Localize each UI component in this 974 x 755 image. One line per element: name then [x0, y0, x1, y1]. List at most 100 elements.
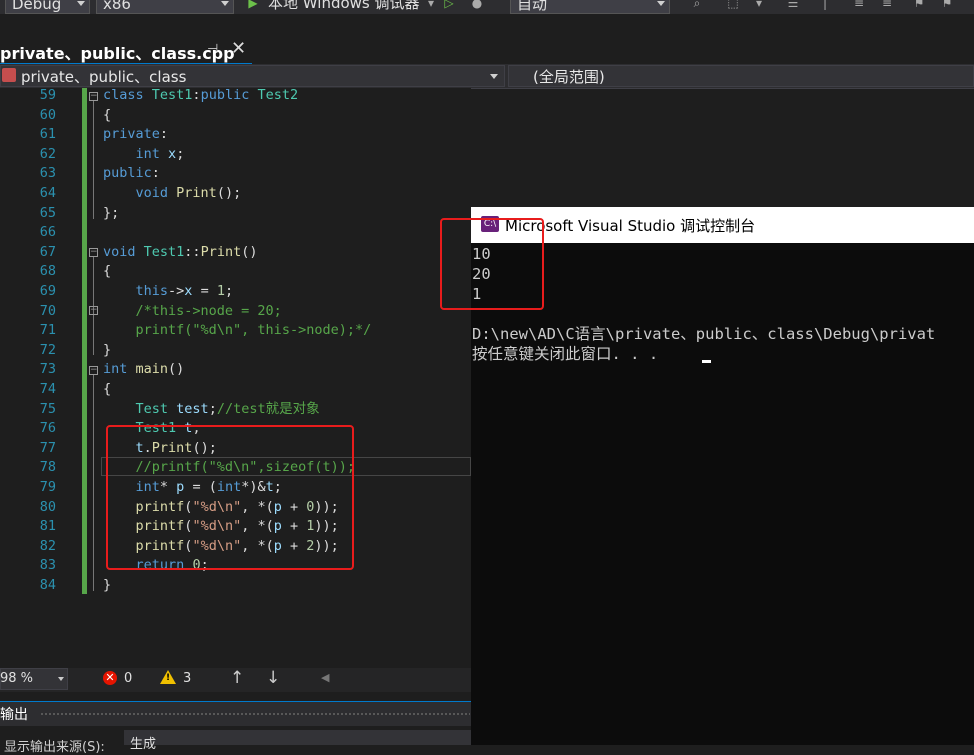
code-line: void Print(); [135, 185, 242, 201]
code-line: this->x = 1; [135, 283, 234, 299]
code-line: void Test1::Print() [103, 243, 258, 260]
pin-icon[interactable]: ⊣ [207, 42, 218, 57]
code-editor[interactable] [0, 88, 471, 668]
line-number: 63 [39, 165, 56, 182]
code-line: { [103, 106, 112, 123]
chevron-down-icon[interactable] [490, 74, 498, 79]
line-number: 82 [39, 537, 56, 554]
line-number: 74 [39, 381, 56, 397]
line-number: 70 [39, 302, 56, 319]
code-line: int x; [135, 145, 185, 162]
platform-dropdown[interactable]: x86 [96, 0, 234, 14]
console-output-line: 按任意键关闭此窗口. . . [472, 345, 659, 363]
toolbar: Debug x86 ▶ 本地 Windows 调试器 ▾ ▷ ● 自动 ⌕ ⬚ … [0, 0, 974, 14]
output-panel-title: 输出 [0, 707, 28, 723]
collapse-icon[interactable]: − [89, 366, 98, 375]
console-output-line: D:\new\AD\C语言\private、public、class\Debug… [472, 325, 936, 343]
collapse-icon[interactable]: − [89, 248, 98, 257]
line-number: 81 [39, 518, 56, 535]
run-debugger-button[interactable]: 本地 Windows 调试器 [268, 0, 420, 12]
annotation-box-code [106, 425, 354, 570]
configuration-dropdown[interactable]: Debug [5, 0, 90, 14]
code-line: class Test1:public Test2 [103, 87, 299, 103]
drag-grip[interactable] [40, 712, 470, 717]
code-line: printf("%d\n", this->node);*/ [135, 322, 372, 339]
line-number: 69 [39, 283, 56, 299]
scroll-left-icon[interactable]: ◀ [321, 671, 329, 684]
chevron-down-icon [657, 1, 665, 6]
debug-console-window[interactable] [471, 207, 974, 745]
auto-value: 自动 [517, 0, 548, 13]
line-number: 79 [39, 479, 56, 495]
code-line: }; [103, 204, 120, 221]
line-number: 75 [39, 400, 56, 417]
error-count[interactable]: 0 [124, 671, 132, 686]
bookmark-prev-icon[interactable]: ⚑ [940, 0, 954, 10]
record-icon[interactable]: ● [470, 0, 484, 10]
chevron-down-icon[interactable] [58, 677, 64, 681]
line-number: 68 [39, 263, 56, 280]
chevron-down-icon[interactable]: ▾ [752, 0, 766, 10]
arrow-down-icon[interactable]: ↓ [266, 668, 280, 688]
close-icon[interactable]: ✕ [231, 38, 246, 59]
chevron-down-icon [77, 1, 85, 6]
line-number: 84 [39, 577, 56, 593]
change-indicator-bar [82, 88, 87, 594]
arrow-up-icon[interactable]: ↑ [230, 668, 244, 688]
code-line: Test test;//test就是对象 [135, 400, 320, 417]
fold-guide [93, 101, 94, 219]
code-line: public: [103, 165, 160, 182]
format-icon[interactable]: ≡ [880, 0, 894, 10]
line-number: 72 [39, 341, 56, 358]
output-source-label: 显示输出来源(S): [4, 740, 105, 755]
solution-config-dropdown[interactable]: 自动 [510, 0, 670, 14]
project-dropdown-label: private、public、class [21, 68, 187, 86]
navigate-icon[interactable]: ⬚ [726, 0, 740, 10]
separator-icon: | [822, 0, 828, 10]
cpp-file-icon [2, 68, 16, 82]
scope-dropdown-label: (全局范围) [533, 68, 605, 86]
line-number: 78 [39, 459, 56, 476]
align-icon[interactable]: ≡ [852, 0, 866, 10]
start-without-debug-icon[interactable]: ▷ [442, 0, 456, 10]
code-line: } [103, 341, 112, 358]
warning-mark: ! [166, 673, 171, 683]
annotation-box-console [440, 218, 544, 310]
tab-title[interactable]: private、public、class.cpp [0, 40, 235, 64]
line-number: 77 [39, 439, 56, 456]
collapse-icon[interactable]: − [89, 306, 98, 315]
chevron-down-icon[interactable]: ▾ [424, 0, 438, 10]
zoom-value: 98 % [0, 671, 34, 686]
line-number: 76 [39, 420, 56, 437]
platform-value: x86 [103, 0, 131, 13]
line-number: 60 [39, 106, 56, 123]
output-source-dropdown[interactable] [124, 730, 471, 745]
line-number: 61 [39, 126, 56, 143]
line-number: 59 [39, 87, 56, 103]
line-number: 62 [39, 145, 56, 162]
line-number: 67 [39, 243, 56, 260]
line-number: 66 [39, 224, 56, 241]
find-icon[interactable]: ⌕ [690, 0, 704, 10]
error-icon[interactable]: ✕ [103, 671, 117, 685]
code-line: int main() [103, 361, 185, 378]
warning-count[interactable]: 3 [183, 671, 191, 686]
line-number: 71 [39, 322, 56, 339]
console-cursor [702, 360, 711, 363]
code-line: private: [103, 126, 169, 143]
chevron-down-icon [221, 1, 229, 6]
line-number: 64 [39, 185, 56, 201]
code-line: } [103, 577, 112, 593]
bookmark-icon[interactable]: ⚑ [912, 0, 926, 10]
configuration-value: Debug [12, 0, 62, 13]
line-number: 65 [39, 204, 56, 221]
line-number: 73 [39, 361, 56, 378]
output-source-value: 生成 [130, 737, 157, 752]
collapse-icon[interactable]: − [89, 92, 98, 101]
line-number: 83 [39, 557, 56, 574]
play-icon[interactable]: ▶ [246, 0, 260, 10]
fold-guide [93, 375, 94, 591]
list-icon[interactable]: ☰ [786, 0, 800, 10]
code-line: { [103, 381, 112, 397]
code-line: /*this->node = 20; [135, 302, 282, 319]
